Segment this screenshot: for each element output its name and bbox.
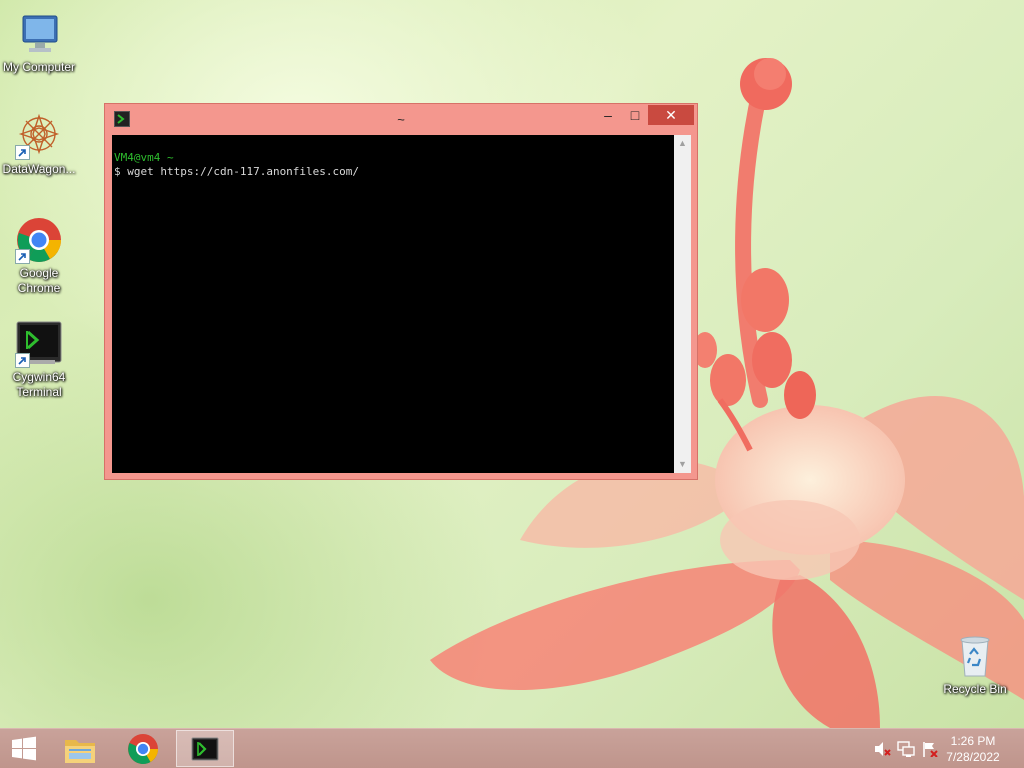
desktop-icon-google-chrome[interactable]: Google Chrome: [0, 216, 78, 296]
desktop-icon-label: Google Chrome: [17, 266, 61, 295]
desktop-icon-label: DataWagon...: [2, 162, 76, 176]
close-button[interactable]: ✕: [648, 105, 694, 125]
shortcut-arrow-icon: [15, 353, 30, 368]
taskbar-clock[interactable]: 1:26 PM 7/28/2022: [938, 733, 1008, 765]
network-icon[interactable]: [897, 741, 915, 757]
clock-time: 1:26 PM: [950, 734, 996, 748]
desktop-icon-recycle-bin[interactable]: Recycle Bin: [936, 632, 1014, 697]
desktop: My Computer DataWagon... Google Chrome C…: [0, 0, 1024, 728]
terminal-command: $ wget https://cdn-117.anonfiles.com/: [114, 165, 360, 178]
desktop-icon-cygwin64-terminal[interactable]: Cygwin64 Terminal: [0, 320, 78, 400]
shortcut-arrow-icon: [15, 145, 30, 160]
start-button[interactable]: [0, 730, 48, 767]
vertical-scrollbar[interactable]: ▲ ▼: [674, 135, 691, 473]
scroll-up-icon[interactable]: ▲: [674, 135, 691, 152]
computer-icon: [15, 10, 63, 58]
minimize-button[interactable]: –: [598, 105, 618, 125]
maximize-button[interactable]: □: [624, 105, 646, 125]
scroll-down-icon[interactable]: ▼: [674, 456, 691, 473]
cygwin-terminal-icon: [15, 320, 63, 368]
datawagon-icon: [15, 112, 63, 160]
terminal-window[interactable]: ~ – □ ✕ VM4@vm4 ~ $ wget https://cdn-117…: [104, 103, 698, 480]
desktop-icon-datawagon[interactable]: DataWagon...: [0, 112, 78, 177]
start-icon: [12, 736, 36, 761]
terminal-output[interactable]: VM4@vm4 ~ $ wget https://cdn-117.anonfil…: [112, 135, 674, 473]
chrome-icon: [15, 216, 63, 264]
taskbar-google-chrome[interactable]: [115, 730, 171, 767]
desktop-icon-label: My Computer: [2, 60, 76, 74]
taskbar-cygwin-terminal[interactable]: [176, 730, 234, 767]
shortcut-arrow-icon: [15, 249, 30, 264]
terminal-prompt: VM4@vm4 ~: [114, 151, 174, 164]
window-titlebar[interactable]: ~ – □ ✕: [105, 104, 697, 134]
taskbar-file-explorer[interactable]: [52, 730, 108, 767]
chrome-icon: [128, 734, 158, 765]
desktop-icon-label: Cygwin64 Terminal: [12, 370, 66, 399]
taskbar: 1:26 PM 7/28/2022: [0, 728, 1024, 768]
action-center-flag-icon[interactable]: [921, 741, 939, 758]
speaker-muted-icon[interactable]: [873, 741, 891, 757]
desktop-icon-label: Recycle Bin: [943, 682, 1007, 696]
file-explorer-icon: [65, 740, 95, 763]
cygwin-terminal-icon: [191, 737, 219, 761]
recycle-bin-icon: [951, 632, 999, 680]
desktop-icon-my-computer[interactable]: My Computer: [0, 10, 78, 75]
clock-date: 7/28/2022: [946, 750, 1000, 764]
